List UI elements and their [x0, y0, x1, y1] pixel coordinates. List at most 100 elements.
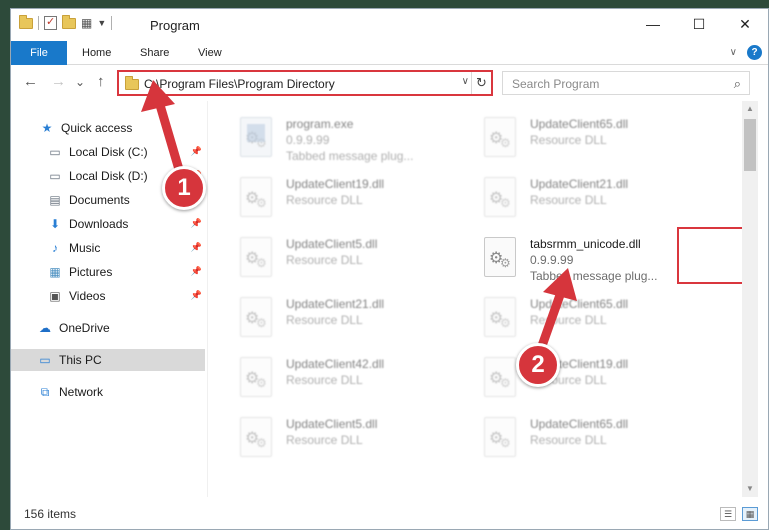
new-folder-icon[interactable]	[62, 14, 76, 29]
sidebar-icon: ⧉	[40, 384, 50, 399]
sidebar-item[interactable]: ⬇ Downloads 📌	[11, 213, 205, 235]
step-badge-1: 1	[162, 166, 206, 210]
sidebar-icon: ▭	[49, 169, 61, 183]
file-icon: ⚙ ⚙	[484, 297, 516, 337]
gear-icon: ⚙	[500, 196, 511, 210]
search-box[interactable]: Search Program ⌕	[502, 71, 750, 95]
file-icon: ⚙ ⚙	[240, 237, 272, 277]
item-count: 156 items	[24, 507, 77, 521]
sidebar-icon: ▭	[39, 353, 51, 367]
sidebar-icon: ▭	[49, 145, 61, 159]
sidebar-item[interactable]: ★ Quick access	[11, 117, 205, 139]
file-list: ⚙ ⚙ program.exe 0.9.9.99 Tabbed message plug…	[208, 101, 742, 497]
file-detail: Resource DLL	[530, 433, 607, 447]
sidebar-icon: ▣	[49, 289, 61, 303]
file-icon: ⚙ ⚙	[240, 297, 272, 337]
address-bar[interactable]: C:\Program Files\Program Directory ∨ ↻	[118, 71, 492, 95]
title-bar: ▦ ▼ Program — ☐ ✕	[11, 9, 768, 41]
sidebar-item[interactable]: ▭ Local Disk (C:) 📌	[11, 141, 205, 163]
file-item[interactable]: ⚙ ⚙ UpdateClient42.dll Resource DLL	[236, 353, 468, 405]
tab-share[interactable]: Share	[129, 41, 180, 65]
refresh-button[interactable]: ↻	[471, 72, 491, 94]
gear-icon: ⚙	[500, 376, 511, 390]
address-path[interactable]: C:\Program Files\Program Directory	[144, 77, 335, 91]
file-item[interactable]: ⚙ ⚙ UpdateClient65.dll Resource DLL	[480, 293, 712, 345]
chevron-down-icon[interactable]: ∨	[462, 76, 469, 87]
gear-icon: ⚙	[256, 436, 267, 450]
up-button[interactable]: ↑	[97, 73, 105, 90]
file-detail: Resource DLL	[530, 133, 607, 147]
sidebar-item-label: Downloads	[69, 217, 129, 231]
file-detail: 0.9.9.99	[286, 133, 330, 147]
folder-icon	[19, 14, 33, 29]
file-icon: ⚙ ⚙	[484, 117, 516, 157]
customize-icon[interactable]: ▦	[81, 16, 92, 30]
gear-icon: ⚙	[256, 316, 267, 330]
sidebar-item[interactable]: ▣ Videos 📌	[11, 285, 205, 307]
file-name: tabsrmm_unicode.dll	[530, 237, 641, 251]
file-item[interactable]: ⚙ ⚙ UpdateClient19.dll Resource DLL	[480, 353, 712, 405]
pin-icon: 📌	[190, 218, 202, 228]
gear-icon: ⚙	[256, 256, 267, 270]
tiles-view-icon[interactable]: ▦	[742, 507, 758, 521]
explorer-window: ▦ ▼ Program — ☐ ✕ File Home Share View ∨…	[10, 8, 769, 530]
pin-icon: 📌	[190, 146, 202, 156]
sidebar-icon: ▤	[49, 193, 61, 207]
file-item[interactable]: ⚙ ⚙ UpdateClient21.dll Resource DLL	[236, 293, 468, 345]
file-item[interactable]: ⚙ ⚙ program.exe 0.9.9.99 Tabbed message plug…	[236, 113, 468, 165]
file-detail: Resource DLL	[286, 373, 363, 387]
sidebar-item-label: Network	[59, 385, 104, 399]
scroll-up-icon[interactable]: ▲	[742, 101, 758, 117]
sidebar-item[interactable]: ⧉ Network	[11, 381, 205, 403]
file-icon: ⚙ ⚙	[240, 177, 272, 217]
scroll-down-icon[interactable]: ▼	[742, 481, 758, 497]
close-button[interactable]: ✕	[722, 9, 768, 39]
help-icon[interactable]: ?	[747, 45, 762, 60]
tab-home[interactable]: Home	[71, 41, 122, 65]
status-bar: 156 items ☰ ▦	[11, 497, 768, 529]
file-item[interactable]: ⚙ ⚙ UpdateClient21.dll Resource DLL	[480, 173, 712, 225]
file-item[interactable]: ⚙ ⚙ UpdateClient65.dll Resource DLL	[480, 113, 712, 165]
sidebar-item-label: This PC	[59, 353, 102, 367]
file-icon: ⚙ ⚙	[240, 117, 272, 157]
sidebar-item[interactable]: ♪ Music 📌	[11, 237, 205, 259]
file-detail: Resource DLL	[286, 193, 363, 207]
file-item[interactable]: ⚙ ⚙ UpdateClient5.dll Resource DLL	[236, 233, 468, 285]
file-description: Tabbed message plug...	[286, 149, 414, 163]
properties-icon[interactable]	[44, 15, 57, 30]
gear-icon: ⚙	[256, 376, 267, 390]
toolbar-divider	[111, 16, 113, 30]
file-name: UpdateClient65.dll	[530, 117, 629, 131]
file-item-highlighted[interactable]: ⚙ ⚙ tabsrmm_unicode.dll 0.9.9.99 Tabbed mess…	[480, 233, 712, 285]
minimize-button[interactable]: —	[630, 9, 676, 39]
file-item[interactable]: ⚙ ⚙ UpdateClient19.dll Resource DLL	[236, 173, 468, 225]
sidebar-item[interactable]: ☁ OneDrive	[11, 317, 205, 339]
recent-locations-button[interactable]: ⌄	[75, 75, 85, 89]
forward-button[interactable]: →	[51, 73, 66, 90]
sidebar-item[interactable]: ▭ This PC	[11, 349, 205, 371]
pin-icon: 📌	[190, 266, 202, 276]
back-button[interactable]: ←	[23, 73, 38, 90]
search-icon[interactable]: ⌕	[734, 76, 741, 92]
file-item[interactable]: ⚙ ⚙ UpdateClient65.dll Resource DLL	[480, 413, 712, 465]
chevron-down-icon[interactable]: ▼	[97, 18, 106, 28]
expand-ribbon-icon[interactable]: ∨	[730, 47, 737, 58]
navigation-pane: ★ Quick access ▭ Local Disk (C:) 📌 ▭ Local Dis…	[11, 101, 207, 497]
pin-icon: 📌	[190, 290, 202, 300]
file-name: UpdateClient19.dll	[286, 177, 385, 191]
sidebar-item[interactable]: ▦ Pictures 📌	[11, 261, 205, 283]
file-item[interactable]: ⚙ ⚙ UpdateClient5.dll Resource DLL	[236, 413, 468, 465]
sidebar-icon: ☁	[39, 321, 51, 335]
file-icon: ⚙ ⚙	[484, 237, 516, 277]
tab-file[interactable]: File	[11, 41, 67, 65]
ribbon-tabs: File Home Share View ∨ ?	[11, 41, 768, 65]
maximize-button[interactable]: ☐	[676, 9, 722, 39]
toolbar-divider	[38, 16, 39, 30]
pin-icon: 📌	[190, 242, 202, 252]
vertical-scrollbar[interactable]: ▲ ▼	[742, 101, 758, 497]
scroll-thumb[interactable]	[744, 119, 756, 171]
search-placeholder: Search Program	[512, 77, 600, 91]
file-name: program.exe	[286, 117, 354, 131]
tab-view[interactable]: View	[187, 41, 233, 65]
details-view-icon[interactable]: ☰	[720, 507, 736, 521]
